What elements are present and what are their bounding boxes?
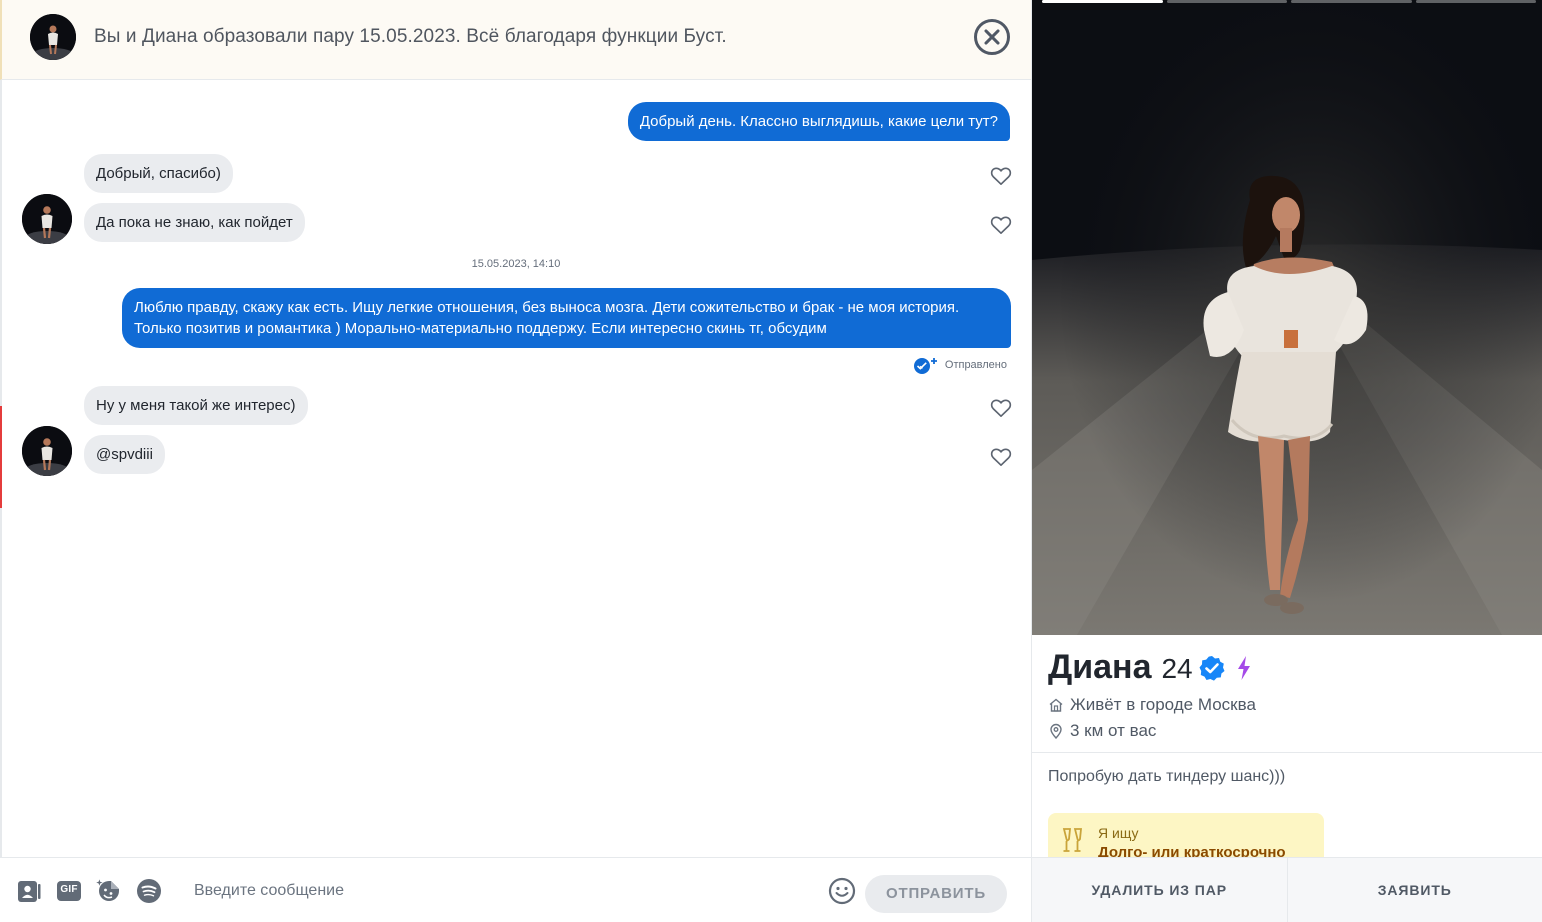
- profile-distance-row: 3 км от вас: [1048, 721, 1156, 741]
- match-avatar[interactable]: [30, 14, 76, 60]
- photo-indicator[interactable]: [1415, 0, 1536, 3]
- message-bubble-incoming[interactable]: Да пока не знаю, как пойдет: [84, 203, 305, 242]
- send-button[interactable]: ОТПРАВИТЬ: [865, 875, 1007, 913]
- profile-divider: [1032, 752, 1542, 753]
- profile-name: Диана: [1048, 648, 1152, 686]
- message-composer: GIF ОТПРАВИТ: [0, 857, 1031, 922]
- looking-for-value: Долго- или краткосрочно: [1098, 844, 1286, 857]
- message-timestamp: 15.05.2023, 14:10: [471, 258, 561, 270]
- sender-avatar[interactable]: [22, 426, 72, 476]
- champagne-glasses-icon: [1062, 828, 1082, 852]
- read-receipt-icon: [913, 358, 937, 374]
- profile-bio: Попробую дать тиндеру шанс))): [1048, 768, 1286, 785]
- location-pin-icon: [1050, 723, 1062, 739]
- message-bubble-incoming[interactable]: Добрый, спасибо): [84, 154, 233, 193]
- profile-action-bar: УДАЛИТЬ ИЗ ПАР ЗАЯВИТЬ: [1032, 857, 1542, 922]
- sent-status: Отправлено: [913, 356, 1007, 374]
- chat-left-edge: [0, 80, 2, 857]
- sent-status-label: Отправлено: [944, 359, 1007, 371]
- photo-pagination: [1042, 0, 1536, 4]
- chat-panel: Вы и Диана образовали пару 15.05.2023. В…: [0, 0, 1032, 922]
- sticker-icon[interactable]: [96, 878, 122, 904]
- message-bubble-outgoing[interactable]: Люблю правду, скажу как есть. Ищу легкие…: [122, 288, 1011, 348]
- message-bubble-incoming[interactable]: Ну у меня такой же интерес): [84, 386, 308, 425]
- like-message-heart-icon[interactable]: [990, 166, 1012, 186]
- spotify-icon[interactable]: [136, 878, 162, 904]
- profile-name-row: Диана 24: [1048, 648, 1253, 687]
- profile-photo[interactable]: [1032, 0, 1542, 635]
- like-message-heart-icon[interactable]: [990, 215, 1012, 235]
- emoji-icon[interactable]: [828, 877, 856, 905]
- report-button[interactable]: ЗАЯВИТЬ: [1286, 858, 1542, 922]
- like-message-heart-icon[interactable]: [990, 398, 1012, 418]
- photo-indicator[interactable]: [1166, 0, 1287, 3]
- unmatch-button[interactable]: УДАЛИТЬ ИЗ ПАР: [1032, 858, 1287, 922]
- message-bubble-outgoing[interactable]: Добрый день. Классно выглядишь, какие це…: [627, 102, 1010, 141]
- profile-photo-image: [1032, 0, 1542, 635]
- contact-card-icon[interactable]: [16, 878, 42, 904]
- photo-indicator[interactable]: [1291, 0, 1412, 3]
- gif-icon-label: GIF: [60, 884, 78, 895]
- sender-avatar[interactable]: [22, 194, 72, 244]
- match-banner: Вы и Диана образовали пару 15.05.2023. В…: [0, 0, 1031, 80]
- unread-indicator: [0, 406, 2, 508]
- close-chat-button[interactable]: [974, 19, 1010, 55]
- verified-badge-icon: [1199, 656, 1225, 681]
- match-banner-text: Вы и Диана образовали пару 15.05.2023. В…: [94, 26, 727, 47]
- profile-distance: 3 км от вас: [1070, 721, 1157, 740]
- looking-for-card: Я ищу Долго- или краткосрочно: [1048, 813, 1324, 857]
- profile-age: 24: [1161, 653, 1193, 684]
- gif-icon[interactable]: GIF: [56, 878, 82, 904]
- looking-for-label: Я ищу: [1098, 825, 1139, 841]
- boost-lightning-icon: [1237, 656, 1250, 680]
- home-icon: [1049, 698, 1063, 712]
- message-input[interactable]: [180, 876, 800, 906]
- photo-indicator[interactable]: [1042, 0, 1163, 3]
- message-bubble-incoming[interactable]: @spvdiii: [84, 435, 165, 474]
- profile-panel: Диана 24 Живёт в городе Москва 3 км от в…: [1032, 0, 1542, 922]
- app-root: Вы и Диана образовали пару 15.05.2023. В…: [0, 0, 1542, 922]
- like-message-heart-icon[interactable]: [990, 447, 1012, 467]
- profile-city-row: Живёт в городе Москва: [1048, 695, 1256, 715]
- profile-city: Живёт в городе Москва: [1070, 695, 1256, 714]
